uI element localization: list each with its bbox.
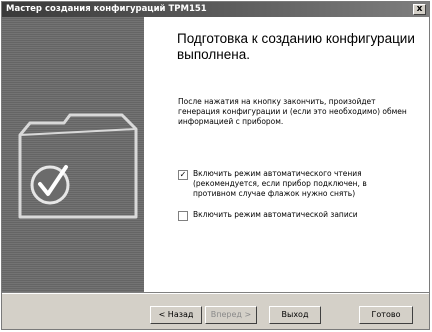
- footer-divider: [2, 292, 429, 294]
- auto-write-checkbox[interactable]: [178, 211, 188, 221]
- back-button[interactable]: < Назад: [150, 306, 202, 324]
- exit-button[interactable]: Выход: [269, 306, 321, 324]
- title-bar: Мастер создания конфигураций ТРМ151 x: [2, 2, 429, 17]
- folder-checkmark-icon: [2, 17, 144, 292]
- wizard-content: Подготовка к созданию конфигурации выпол…: [144, 17, 429, 292]
- auto-read-option[interactable]: ✓ Включить режим автоматического чтения …: [178, 169, 403, 199]
- auto-write-option[interactable]: Включить режим автоматической записи: [178, 210, 403, 221]
- auto-read-label[interactable]: Включить режим автоматического чтения (р…: [193, 169, 403, 199]
- page-title: Подготовка к созданию конфигурации выпол…: [177, 31, 415, 62]
- auto-write-label[interactable]: Включить режим автоматической записи: [193, 210, 403, 220]
- auto-read-checkbox[interactable]: ✓: [178, 170, 188, 180]
- description-text: После нажатия на кнопку закончить, произ…: [178, 97, 407, 126]
- close-button[interactable]: x: [413, 4, 426, 15]
- finish-button[interactable]: Готово: [359, 306, 413, 324]
- wizard-sidebar: [2, 17, 144, 292]
- next-button[interactable]: Вперед >: [205, 306, 257, 324]
- window-title: Мастер создания конфигураций ТРМ151: [6, 4, 207, 14]
- wizard-window: Мастер создания конфигураций ТРМ151 x По…: [1, 1, 430, 330]
